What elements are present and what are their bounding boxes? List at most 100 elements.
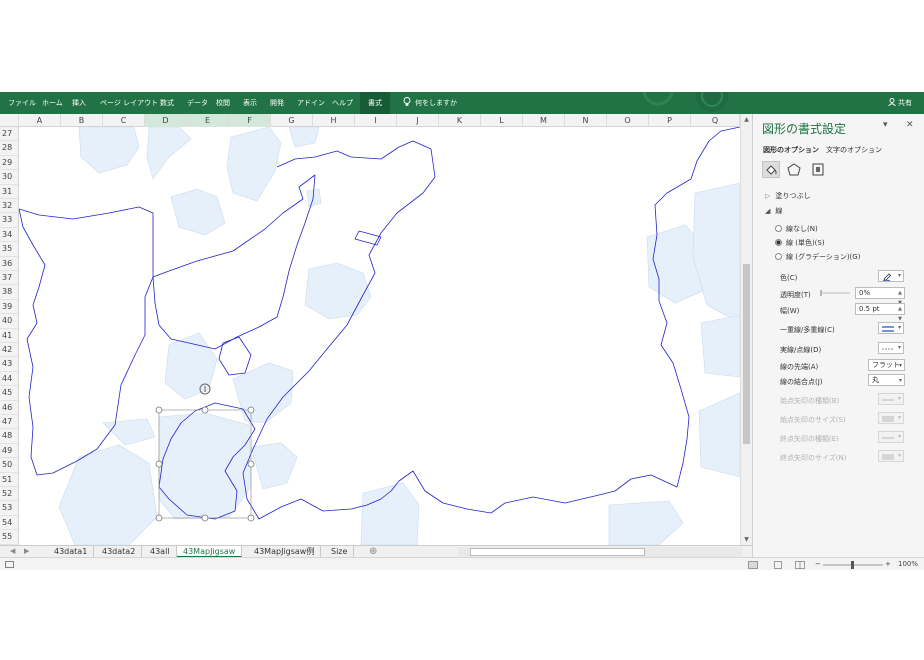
row-header-cell[interactable]: 37	[0, 271, 18, 286]
row-header-cell[interactable]: 48	[0, 429, 18, 444]
close-icon[interactable]: ✕	[906, 120, 914, 130]
zoom-slider[interactable]	[823, 561, 883, 569]
column-header-cell[interactable]: B	[61, 114, 103, 127]
macro-record-icon[interactable]	[5, 561, 15, 569]
row-header-cell[interactable]: 55	[0, 530, 18, 545]
row-header-cell[interactable]: 53	[0, 501, 18, 516]
row-header-cell[interactable]: 43	[0, 357, 18, 372]
select-all-corner[interactable]	[0, 114, 19, 127]
worksheet-grid[interactable]	[19, 127, 740, 545]
cap-type-dropdown[interactable]: フラット ▾	[868, 359, 905, 371]
tab-home[interactable]: ホーム	[42, 92, 63, 114]
row-header-cell[interactable]: 42	[0, 343, 18, 358]
row-header-cell[interactable]: 44	[0, 372, 18, 387]
fill-section-header[interactable]: ▷ 塗りつぶし	[765, 191, 810, 201]
row-header-cell[interactable]: 49	[0, 444, 18, 459]
transparency-slider[interactable]	[820, 289, 850, 297]
line-color-picker[interactable]: ▾	[878, 270, 904, 282]
line-section-header[interactable]: ◢ 線	[765, 206, 782, 216]
tab-format[interactable]: 書式	[360, 92, 390, 114]
column-header-cell[interactable]: E	[187, 114, 229, 127]
radio-solid-line[interactable]: 線 (単色)(S)	[775, 238, 825, 248]
zoom-in-icon[interactable]: +	[885, 558, 891, 571]
horizontal-scrollbar[interactable]	[458, 547, 742, 557]
tab-file[interactable]: ファイル	[8, 92, 36, 114]
page-break-view-icon[interactable]	[795, 561, 805, 569]
tab-insert[interactable]: 挿入	[72, 92, 86, 114]
row-header-cell[interactable]: 36	[0, 257, 18, 271]
row-header-cell[interactable]: 34	[0, 228, 18, 243]
row-header-cell[interactable]: 50	[0, 458, 18, 473]
join-type-dropdown[interactable]: 丸 ▾	[868, 374, 905, 386]
tell-me-search[interactable]: 何をしますか	[403, 92, 457, 114]
vertical-scroll-thumb[interactable]	[743, 264, 750, 444]
compound-type-dropdown[interactable]: ▾	[878, 322, 904, 334]
row-header-cell[interactable]: 29	[0, 156, 18, 171]
width-spinner[interactable]: 0.5 pt ▲ ▼	[855, 303, 905, 322]
row-header-cell[interactable]: 32	[0, 199, 18, 214]
zoom-level[interactable]: 100%	[898, 558, 918, 571]
zoom-out-icon[interactable]: −	[815, 558, 821, 571]
tab-help[interactable]: ヘルプ	[332, 92, 353, 114]
row-header-cell[interactable]: 45	[0, 386, 18, 401]
dash-type-dropdown[interactable]: ▾	[878, 342, 904, 354]
row-header-cell[interactable]: 52	[0, 487, 18, 502]
vertical-scrollbar[interactable]: ▲ ▼	[740, 114, 752, 545]
column-header-cell[interactable]: I	[355, 114, 397, 127]
row-header-cell[interactable]: 41	[0, 329, 18, 343]
add-sheet-icon[interactable]: ⊕	[369, 546, 377, 557]
column-header-cell[interactable]: L	[481, 114, 523, 127]
row-header-cell[interactable]: 54	[0, 516, 18, 531]
tab-text-options[interactable]: 文字のオプション	[826, 145, 882, 155]
radio-no-line[interactable]: 線なし(N)	[775, 224, 818, 234]
row-header-cell[interactable]: 38	[0, 285, 18, 300]
horizontal-scroll-thumb[interactable]	[470, 548, 645, 556]
tab-data[interactable]: データ	[187, 92, 208, 114]
tab-shape-options[interactable]: 図形のオプション	[763, 145, 819, 155]
column-header-cell[interactable]: M	[523, 114, 565, 127]
normal-view-icon[interactable]	[748, 561, 758, 569]
tab-developer[interactable]: 開発	[270, 92, 284, 114]
row-header-cell[interactable]: 47	[0, 415, 18, 430]
column-header-cell[interactable]: N	[565, 114, 607, 127]
row-header-cell[interactable]: 46	[0, 401, 18, 415]
row-header-cell[interactable]: 40	[0, 314, 18, 329]
page-layout-view-icon[interactable]	[773, 561, 783, 569]
row-header-cell[interactable]: 39	[0, 300, 18, 315]
pane-options-chevron-icon[interactable]: ▾	[883, 120, 888, 130]
fill-line-category[interactable]	[762, 161, 780, 178]
prev-sheet-arrow-icon[interactable]: ◀	[10, 546, 15, 557]
column-header-cell[interactable]: D	[145, 114, 187, 127]
row-header-cell[interactable]: 30	[0, 170, 18, 185]
radio-gradient-line[interactable]: 線 (グラデーション)(G)	[775, 252, 860, 262]
next-sheet-arrow-icon[interactable]: ▶	[24, 546, 29, 557]
column-header-cell[interactable]: H	[313, 114, 355, 127]
column-header-cell[interactable]: K	[439, 114, 481, 127]
column-header-cell[interactable]: O	[607, 114, 649, 127]
map-jigsaw-shapes[interactable]	[19, 127, 740, 545]
column-header-cell[interactable]: G	[271, 114, 313, 127]
tab-formulas[interactable]: 数式	[160, 92, 174, 114]
row-header-cell[interactable]: 31	[0, 185, 18, 199]
share-button[interactable]: 共有	[888, 92, 912, 114]
row-header-cell[interactable]: 51	[0, 473, 18, 487]
tab-page-layout[interactable]: ページ レイアウト	[100, 92, 158, 114]
column-header-cell[interactable]: F	[229, 114, 271, 127]
effects-category[interactable]	[785, 161, 803, 178]
tab-view[interactable]: 表示	[243, 92, 257, 114]
column-header-cell[interactable]: P	[649, 114, 691, 127]
tab-review[interactable]: 校閲	[216, 92, 230, 114]
row-header-cell[interactable]: 27	[0, 127, 18, 142]
tab-addins[interactable]: アドイン	[297, 92, 325, 114]
row-header-cell[interactable]: 28	[0, 141, 18, 156]
size-properties-category[interactable]	[809, 161, 827, 178]
column-header-cell[interactable]: A	[19, 114, 61, 127]
row-header-cell[interactable]: 35	[0, 242, 18, 257]
row-header-cell[interactable]: 33	[0, 213, 18, 228]
transparency-spinner[interactable]: 0%▲▼	[855, 287, 905, 306]
column-header-cell[interactable]: C	[103, 114, 145, 127]
column-header-cell[interactable]: Q	[691, 114, 740, 127]
scroll-up-arrow-icon[interactable]: ▲	[741, 114, 752, 125]
column-header-cell[interactable]: J	[397, 114, 439, 127]
scroll-down-arrow-icon[interactable]: ▼	[741, 534, 752, 545]
